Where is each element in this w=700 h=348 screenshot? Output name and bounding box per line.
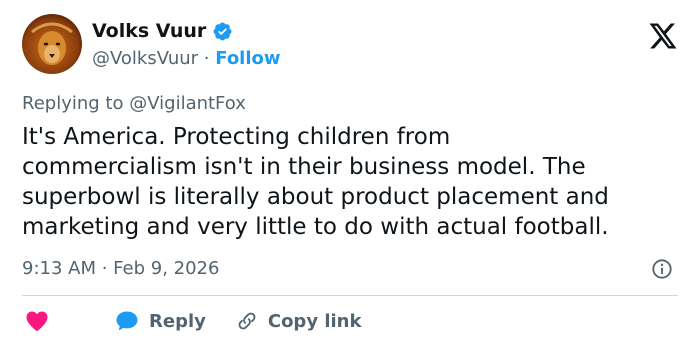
tweet-line: It's America. Protecting children from <box>22 124 451 150</box>
author-handle-row: @VolksVuur · Follow <box>92 48 281 69</box>
copy-link-button[interactable]: Copy link <box>236 310 362 332</box>
lion-avatar-image <box>25 21 79 73</box>
heart-icon[interactable] <box>25 310 49 332</box>
tweet-timestamp[interactable]: 9:13 AM · Feb 9, 2026 <box>22 258 219 279</box>
tweet-actions: Reply Copy link <box>25 308 361 334</box>
info-icon[interactable] <box>651 258 673 280</box>
author-name[interactable]: Volks Vuur <box>92 20 206 42</box>
tweet-text: It's America. Protecting children from c… <box>22 122 682 242</box>
verified-badge-icon <box>213 22 232 40</box>
tweet-line: superbowl is literally about product pla… <box>22 184 609 210</box>
author-name-row: Volks Vuur <box>92 20 233 42</box>
handle-separator: · <box>203 48 210 69</box>
tweet-line: marketing and very little to do with act… <box>22 214 609 240</box>
replying-to-mention[interactable]: @VigilantFox <box>129 93 246 114</box>
copy-link-label: Copy link <box>267 310 362 332</box>
replying-to: Replying to @VigilantFox <box>22 93 246 114</box>
tweet-line: commercialism isn't in their business mo… <box>22 154 586 180</box>
follow-button[interactable]: Follow <box>215 48 280 69</box>
actions-divider <box>22 295 678 296</box>
author-handle[interactable]: @VolksVuur <box>92 48 198 69</box>
x-logo-icon[interactable] <box>648 22 678 50</box>
reply-label: Reply <box>149 310 206 332</box>
link-icon <box>238 312 256 330</box>
avatar[interactable] <box>22 14 82 74</box>
reply-button[interactable]: Reply <box>115 310 206 332</box>
replying-to-prefix: Replying to <box>22 93 124 114</box>
reply-bubble-icon <box>116 311 138 331</box>
